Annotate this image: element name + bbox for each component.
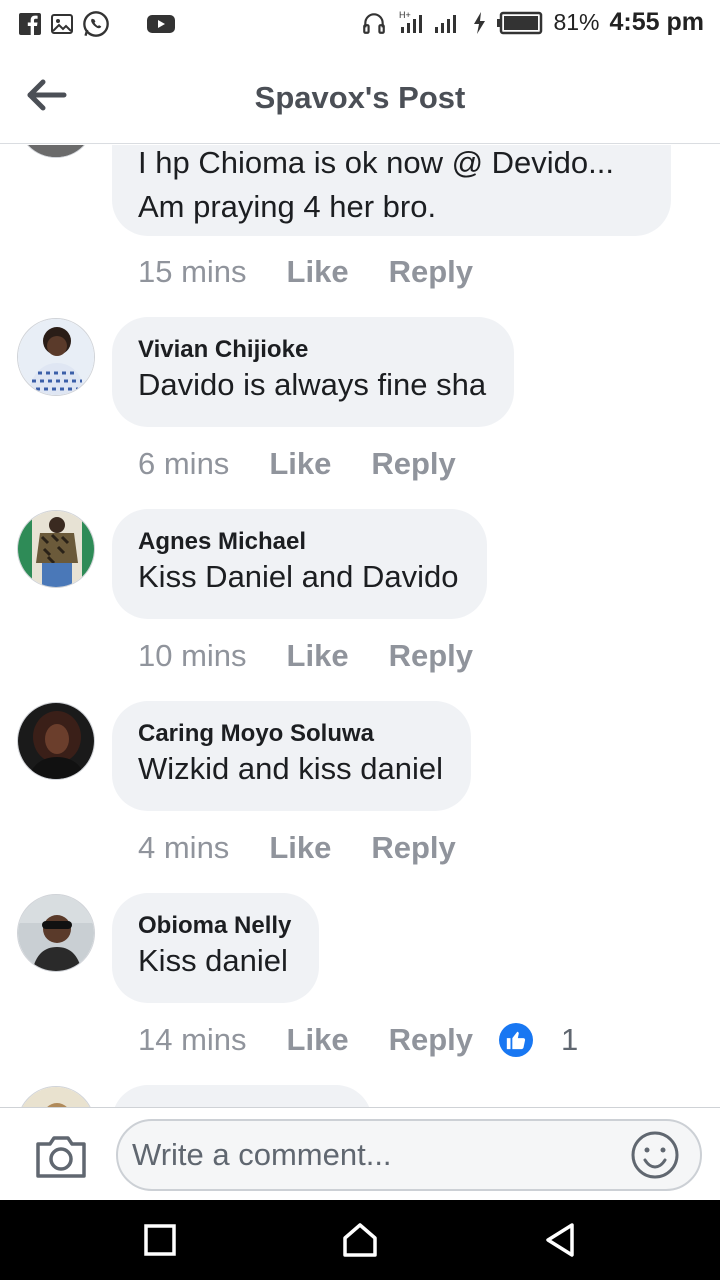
- reply-link[interactable]: Reply: [389, 254, 473, 290]
- reply-link[interactable]: Reply: [371, 830, 455, 866]
- comment-time: 15 mins: [138, 254, 247, 289]
- camera-icon[interactable]: [34, 1134, 88, 1180]
- gallery-icon: [51, 14, 73, 34]
- commenter-name[interactable]: Vivian Chijioke: [138, 335, 486, 365]
- comment-time: 10 mins: [138, 638, 247, 673]
- post-header: Spavox's Post: [0, 50, 720, 144]
- comment-text: Davido is always fine sha: [138, 367, 487, 402]
- comment-bubble[interactable]: Agnes Michael Kiss Daniel and Davido: [112, 509, 487, 619]
- avatar[interactable]: [17, 510, 95, 588]
- back-icon[interactable]: [540, 1220, 580, 1260]
- like-link[interactable]: Like: [287, 638, 349, 674]
- comment-composer: [0, 1107, 720, 1200]
- svg-text:H+: H+: [399, 10, 411, 20]
- comments-feed[interactable]: I hp Chioma is ok now @ Devido... Am pra…: [0, 145, 720, 1107]
- avatar[interactable]: [17, 1086, 95, 1107]
- avatar[interactable]: [17, 894, 95, 972]
- commenter-name[interactable]: Agnes Michael: [138, 527, 459, 557]
- avatar[interactable]: [17, 702, 95, 780]
- comment-actions: 10 mins Like Reply: [138, 636, 513, 676]
- comment-actions: 6 mins Like Reply: [138, 444, 496, 484]
- comment-time: 14 mins: [138, 1022, 247, 1057]
- like-link[interactable]: Like: [269, 830, 331, 866]
- commenter-name[interactable]: Caring Moyo Soluwa: [138, 719, 443, 749]
- commenter-name[interactable]: Obioma Nelly: [138, 911, 291, 941]
- headphones-icon: [363, 12, 386, 34]
- comment-text: Am praying 4 her bro.: [138, 189, 437, 224]
- comment-text: Kiss daniel: [138, 943, 288, 978]
- like-link[interactable]: Like: [287, 254, 349, 290]
- comment-text: Kiss Daniel and Davido: [138, 559, 459, 594]
- charging-icon: [474, 11, 486, 34]
- reaction-count: 1: [561, 1022, 579, 1057]
- avatar[interactable]: [17, 318, 95, 396]
- comment-actions: 14 mins Like Reply 1: [138, 1020, 578, 1060]
- like-link[interactable]: Like: [287, 1022, 349, 1058]
- reply-link[interactable]: Reply: [389, 638, 473, 674]
- comment-input[interactable]: [116, 1119, 702, 1191]
- reply-link[interactable]: Reply: [389, 1022, 473, 1058]
- recent-apps-icon[interactable]: [140, 1220, 180, 1260]
- comment-bubble[interactable]: Obioma Nelly Kiss daniel: [112, 893, 320, 1003]
- signal-icon: H+: [399, 10, 457, 33]
- reactions[interactable]: 1: [499, 1022, 578, 1058]
- comment-text: Wizkid and kiss daniel: [138, 751, 443, 786]
- youtube-icon: [147, 15, 175, 33]
- like-link[interactable]: Like: [269, 446, 331, 482]
- thumbs-up-icon: [499, 1023, 533, 1057]
- comment-bubble[interactable]: I hp Chioma is ok now @ Devido... Am pra…: [112, 145, 671, 236]
- battery-icon: [497, 11, 543, 34]
- battery-percent: 81%: [553, 9, 600, 35]
- avatar[interactable]: [17, 145, 95, 158]
- comment-actions: 4 mins Like Reply: [138, 828, 496, 868]
- comment-bubble[interactable]: Caring Moyo Soluwa Wizkid and kiss danie…: [112, 701, 471, 811]
- reply-link[interactable]: Reply: [371, 446, 455, 482]
- emoji-icon[interactable]: [630, 1130, 680, 1180]
- page-title: Spavox's Post: [254, 80, 466, 115]
- facebook-icon: [19, 13, 41, 35]
- comment-bubble[interactable]: Vivian Chijioke Davido is always fine sh…: [112, 317, 515, 427]
- status-bar: H+ 81% 4:55 pm: [0, 0, 720, 50]
- clock: 4:55 pm: [609, 8, 704, 36]
- comment-bubble[interactable]: [112, 1085, 372, 1107]
- comment-time: 6 mins: [138, 446, 230, 481]
- comment-text: I hp Chioma is ok now @ Devido...: [138, 145, 615, 180]
- whatsapp-icon: [83, 11, 109, 37]
- comment-actions: 15 mins Like Reply: [138, 252, 513, 292]
- home-icon[interactable]: [340, 1220, 380, 1260]
- system-nav-bar: [0, 1200, 720, 1280]
- comment-time: 4 mins: [138, 830, 230, 865]
